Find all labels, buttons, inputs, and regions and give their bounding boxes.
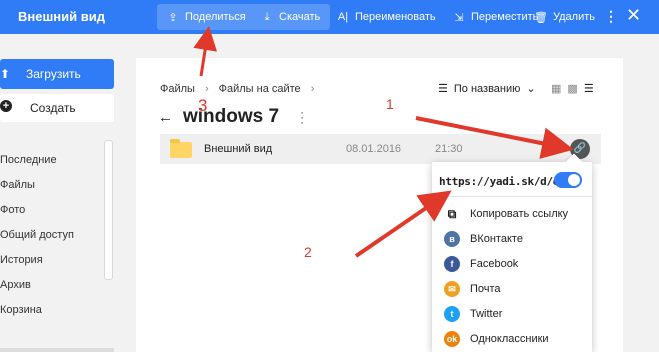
annotation-number-1: 1 bbox=[386, 96, 394, 112]
annotation-arrow-2 bbox=[354, 190, 452, 258]
annotation-arrow-1 bbox=[415, 116, 574, 159]
annotation-number-3: 3 bbox=[198, 96, 208, 115]
annotation-number-2: 2 bbox=[304, 244, 312, 260]
annotation-arrows bbox=[193, 26, 574, 258]
annotation-arrow-3 bbox=[193, 26, 218, 77]
